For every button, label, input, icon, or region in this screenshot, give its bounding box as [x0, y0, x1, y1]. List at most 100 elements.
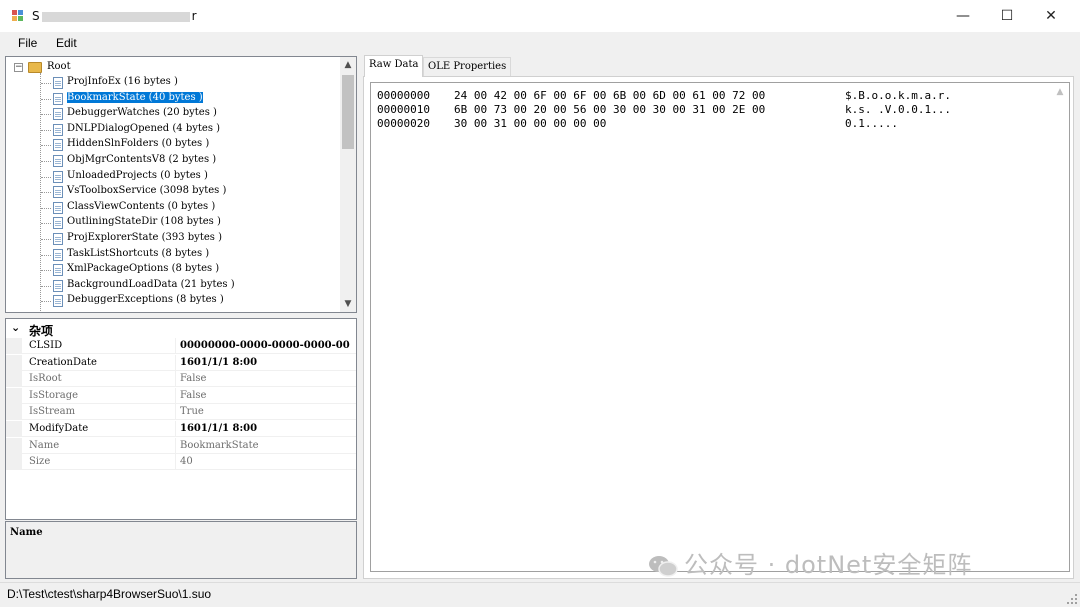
- file-icon: [53, 217, 63, 230]
- scroll-thumb[interactable]: [342, 75, 354, 149]
- property-row[interactable]: CreationDate 1601/1/1 8:00: [6, 354, 356, 371]
- property-category[interactable]: ⌄ 杂项: [6, 321, 356, 338]
- tree-item[interactable]: BookmarkState (40 bytes ): [66, 90, 204, 106]
- tree-item[interactable]: UnloadedProjects (0 bytes ): [67, 169, 208, 184]
- property-value[interactable]: 00000000-0000-0000-0000-00: [180, 340, 350, 351]
- menu-edit[interactable]: Edit: [56, 36, 77, 50]
- property-row[interactable]: IsRoot False: [6, 371, 356, 388]
- property-gutter: [6, 354, 22, 371]
- property-name: CLSID: [29, 340, 63, 351]
- property-gutter: [6, 421, 22, 437]
- tree-guide-line: [41, 114, 51, 116]
- property-row[interactable]: CLSID 00000000-0000-0000-0000-00: [6, 338, 356, 354]
- file-icon: [53, 77, 63, 89]
- tree-item[interactable]: TaskListShortcuts (8 bytes ): [67, 247, 209, 262]
- property-row[interactable]: Name BookmarkState: [6, 437, 356, 454]
- hex-bytes: 24 00 42 00 6F 00 6F 00 6B 00 6D 00 61 0…: [454, 89, 766, 102]
- folder-icon: [28, 62, 42, 73]
- tree-item-label: DebuggerWatches (20 bytes ): [67, 107, 217, 119]
- tree-item-label: TaskListShortcuts (8 bytes ): [67, 247, 210, 259]
- hex-offset: 00000000: [377, 89, 430, 102]
- property-value[interactable]: 1601/1/1 8:00: [180, 423, 257, 434]
- tree-item[interactable]: OutliningStateDir (108 bytes ): [67, 215, 221, 230]
- minimize-button[interactable]: —: [940, 0, 986, 32]
- tree-guide-line: [41, 192, 51, 194]
- property-name: IsStorage: [29, 389, 79, 401]
- window-title: Sr: [32, 9, 197, 23]
- tree-item-label: BookmarkState (40 bytes ): [66, 90, 204, 104]
- property-row[interactable]: IsStorage False: [6, 387, 356, 404]
- property-gutter: [6, 338, 22, 354]
- tree-guide-line: [41, 239, 51, 240]
- property-value[interactable]: False: [180, 390, 206, 401]
- tree-item[interactable]: DebuggerExceptions (8 bytes ): [67, 293, 224, 308]
- collapse-root-toggle[interactable]: −: [14, 63, 23, 72]
- file-path: D:\Test\ctest\sharp4BrowserSuo\1.suo: [7, 587, 212, 601]
- chevron-down-icon[interactable]: ⌄: [11, 321, 20, 334]
- property-grid[interactable]: ⌄ 杂项 CLSID 00000000-0000-0000-0000-00 Crea…: [5, 318, 357, 520]
- tree-item-label: XmlPackageOptions (8 bytes ): [67, 263, 220, 275]
- property-value[interactable]: True: [180, 406, 204, 417]
- tree-item-label: ProjInfoEx (16 bytes ): [67, 76, 178, 87]
- property-value[interactable]: 1601/1/1 8:00: [180, 357, 257, 368]
- tree-item-label: ProjExplorerState (393 bytes ): [67, 232, 222, 243]
- tree-guide-line: [41, 161, 51, 162]
- property-row[interactable]: ModifyDate 1601/1/1 8:00: [6, 421, 356, 437]
- hex-scrollbar[interactable]: ▲: [1052, 84, 1068, 570]
- property-name: Name: [29, 439, 60, 451]
- property-divider: [175, 404, 176, 421]
- property-divider: [175, 371, 176, 388]
- description-title: Name: [10, 527, 43, 538]
- hex-ascii: k.s. .V.0.0.1...: [845, 103, 951, 116]
- file-icon: [53, 201, 63, 214]
- tree-item-label: VsToolboxService (3098 bytes ): [67, 185, 227, 197]
- tab-raw-data[interactable]: Raw Data: [364, 55, 424, 77]
- tree-item[interactable]: ObjMgrContentsV8 (2 bytes ): [67, 153, 216, 168]
- scroll-down-arrow-icon[interactable]: ▼: [340, 296, 356, 312]
- resize-grip-icon[interactable]: [1067, 594, 1077, 604]
- tree-item[interactable]: DNLPDialogOpened (4 bytes ): [67, 122, 220, 137]
- tab-ole-properties[interactable]: OLE Properties: [423, 57, 512, 77]
- tree-guide-line: [41, 301, 51, 303]
- tree-item[interactable]: ClassViewContents (0 bytes ): [67, 200, 215, 215]
- status-bar: D:\Test\ctest\sharp4BrowserSuo\1.suo: [0, 582, 1080, 607]
- file-icon: [53, 295, 63, 308]
- property-value[interactable]: BookmarkState: [180, 440, 259, 451]
- tree-guide-line: [41, 285, 51, 287]
- tree-item[interactable]: ProjInfoEx (16 bytes ): [67, 75, 178, 90]
- tree-item[interactable]: XmlPackageOptions (8 bytes ): [67, 262, 219, 277]
- property-row[interactable]: Size 40: [6, 454, 356, 471]
- tree-item[interactable]: VsToolboxService (3098 bytes ): [67, 184, 226, 199]
- tree-guide-line: [41, 254, 51, 256]
- file-icon: [53, 139, 63, 152]
- close-button[interactable]: ✕: [1028, 0, 1074, 32]
- menu-bar: File Edit: [0, 32, 1080, 54]
- property-divider: [175, 354, 176, 371]
- storage-tree[interactable]: − Root ProjInfoEx (16 bytes ) BookmarkSta…: [5, 56, 357, 313]
- scroll-up-arrow-icon[interactable]: ▲: [1052, 84, 1068, 100]
- tree-guide-line: [41, 223, 51, 225]
- tree-item-label: DebuggerExceptions (8 bytes ): [67, 294, 224, 306]
- property-row[interactable]: IsStream True: [6, 404, 356, 421]
- property-name: IsRoot: [29, 373, 62, 385]
- property-name: ModifyDate: [29, 423, 89, 434]
- menu-file[interactable]: File: [18, 36, 37, 50]
- property-value[interactable]: 40: [180, 456, 193, 467]
- property-value[interactable]: False: [180, 373, 206, 384]
- property-gutter: [6, 454, 22, 471]
- property-gutter: [6, 404, 22, 421]
- tree-item[interactable]: ProjExplorerState (393 bytes ): [67, 231, 222, 246]
- file-icon: [53, 279, 63, 292]
- tree-item[interactable]: DebuggerWatches (20 bytes ): [67, 106, 217, 121]
- tree-item[interactable]: BackgroundLoadData (21 bytes ): [67, 278, 235, 293]
- tree-scrollbar[interactable]: ▲ ▼: [340, 57, 356, 312]
- scroll-up-arrow-icon[interactable]: ▲: [340, 57, 356, 73]
- title-bar: Sr — ☐ ✕: [0, 0, 1080, 32]
- file-icon: [53, 155, 63, 167]
- hex-view[interactable]: 00000000 24 00 42 00 6F 00 6F 00 6B 00 6D…: [370, 82, 1070, 572]
- maximize-button[interactable]: ☐: [984, 0, 1030, 32]
- tree-root[interactable]: Root: [47, 60, 71, 75]
- property-name: IsStream: [29, 406, 76, 418]
- hex-ascii: $.B.o.o.k.m.a.r.: [845, 89, 951, 102]
- tree-item[interactable]: HiddenSlnFolders (0 bytes ): [67, 137, 209, 152]
